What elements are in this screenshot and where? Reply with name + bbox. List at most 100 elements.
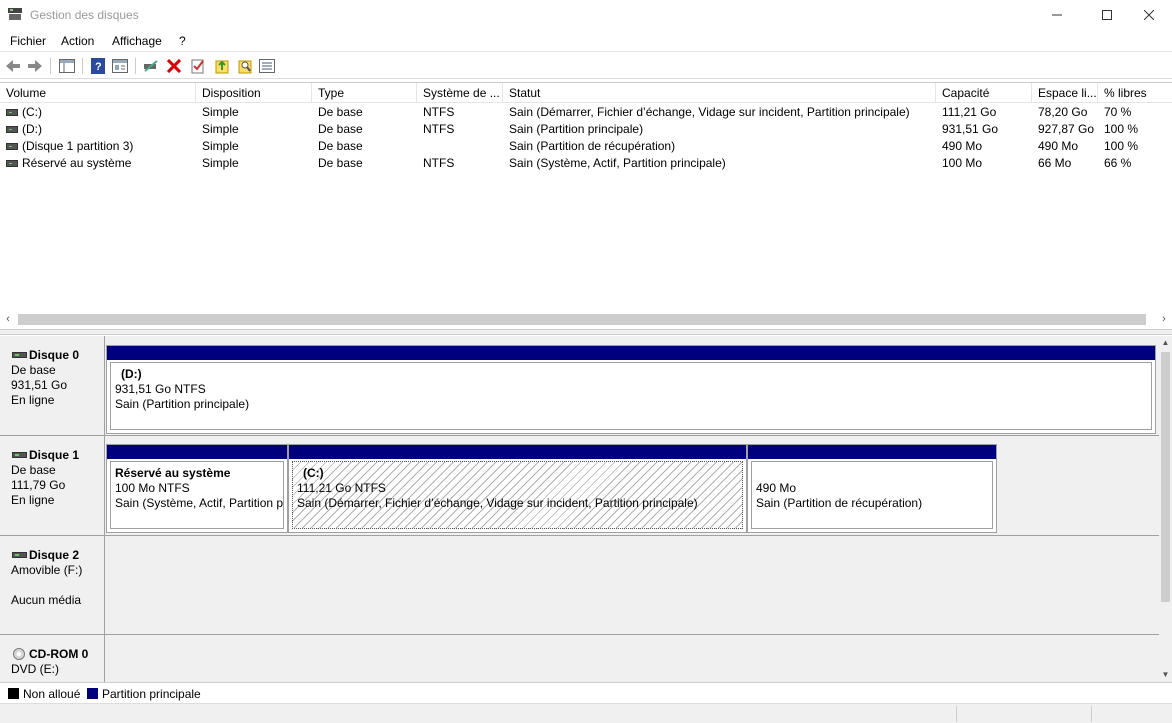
maximize-icon [1102,10,1112,20]
legend-swatch-unallocated [8,688,19,699]
connect-disk-button[interactable] [142,57,160,75]
menu-action[interactable]: Action [61,34,94,48]
disk-name: CD-ROM 0 [29,647,89,661]
properties-button[interactable] [111,57,129,75]
export-button[interactable] [213,57,231,75]
volume-icon [6,109,18,116]
disk-type: Amovible (F:) [11,563,83,577]
partition-status: Sain (Partition principale) [115,397,250,411]
volume-capacity: 111,21 Go [942,105,997,119]
partition-bar [748,445,996,459]
properties-icon [112,59,128,73]
volume-name: Réservé au système [22,156,132,170]
export-icon [215,60,229,74]
disk-label[interactable]: Disque 2 Amovible (F:) Aucun média [0,536,105,634]
back-button[interactable] [4,57,22,75]
delete-button[interactable] [165,57,183,75]
menu-affichage[interactable]: Affichage [112,34,162,48]
column-header-percent-free[interactable]: % libres [1098,83,1172,103]
scrollbar-thumb[interactable] [1161,352,1170,602]
svg-text:?: ? [95,61,102,73]
scroll-down-icon[interactable]: ▼ [1159,668,1172,682]
volume-status: Sain (Système, Actif, Partition principa… [509,156,726,170]
console-tree-button[interactable] [58,57,76,75]
disk-label[interactable]: CD-ROM 0 DVD (E:) [0,635,105,682]
partition-size: 111,21 Go NTFS [297,481,386,495]
table-row[interactable]: (Disque 1 partition 3) Simple De base Sa… [0,138,1172,155]
column-header-filesystem[interactable]: Système de ... [417,83,503,103]
delete-icon [167,59,181,73]
volume-filesystem: NTFS [423,105,455,119]
volume-capacity: 490 Mo [942,139,983,153]
column-header-volume[interactable]: Volume [0,83,196,103]
volume-status: Sain (Partition de récupération) [509,139,676,153]
column-header-status[interactable]: Statut [503,83,936,103]
column-header-disposition[interactable]: Disposition [196,83,312,103]
partition-recovery[interactable]: 490 Mo Sain (Partition de récupération) [747,444,997,533]
column-header-capacity[interactable]: Capacité [936,83,1032,103]
forward-button[interactable] [26,57,44,75]
partition-c[interactable]: (C:) 111,21 Go NTFS Sain (Démarrer, Fich… [288,444,747,533]
minimize-button[interactable] [1034,0,1080,30]
disk-name: Disque 2 [29,548,80,562]
column-header-free-space[interactable]: Espace li... [1032,83,1098,103]
console-tree-icon [59,59,75,73]
legend: Non alloué Partition principale [0,682,1172,703]
pane-splitter[interactable] [0,329,1172,335]
check-button[interactable] [189,57,207,75]
check-icon [191,59,204,74]
scroll-up-icon[interactable]: ▲ [1159,336,1172,350]
legend-swatch-primary [87,688,98,699]
partition-body: 490 Mo Sain (Partition de récupération) [751,461,993,529]
partition-bar [107,346,1155,360]
cd-rom-icon [13,648,25,660]
volume-status: Sain (Démarrer, Fichier d’échange, Vidag… [509,105,910,119]
volume-capacity: 100 Mo [942,156,983,170]
disk-label[interactable]: Disque 1 De base 111,79 Go En ligne [0,436,105,535]
partition-system-reserved[interactable]: Réservé au système 100 Mo NTFS Sain (Sys… [106,444,288,533]
scroll-right-icon[interactable]: › [1156,311,1172,328]
disk-size [11,578,104,593]
volume-list: Volume Disposition Type Système de ... S… [0,82,1172,328]
status-bar [0,703,1172,723]
list-button[interactable] [258,57,276,75]
volume-disposition: Simple [202,122,239,136]
volume-icon [6,126,18,133]
scrollbar-thumb[interactable] [18,314,1146,325]
horizontal-scrollbar[interactable]: ‹ › [0,311,1172,328]
partition-size: 490 Mo [756,481,797,495]
partition-size: 931,51 Go NTFS [115,382,206,396]
volume-percent-free: 100 % [1104,122,1139,136]
volume-type: De base [318,105,363,119]
volume-status: Sain (Partition principale) [509,122,644,136]
close-button[interactable] [1126,0,1172,30]
partition-body: Réservé au système 100 Mo NTFS Sain (Sys… [110,461,284,529]
disk-size: 111,79 Go [11,478,66,492]
volume-filesystem: NTFS [423,122,455,136]
disk-type: De base [11,363,56,377]
table-row[interactable]: Réservé au système Simple De base NTFS S… [0,155,1172,172]
disk-row-cdrom: CD-ROM 0 DVD (E:) [0,635,1159,682]
volume-name: (Disque 1 partition 3) [22,139,134,153]
volume-disposition: Simple [202,105,239,119]
maximize-button[interactable] [1084,0,1130,30]
toolbar: ? [0,53,1172,79]
column-header-type[interactable]: Type [312,83,417,103]
disk-label[interactable]: Disque 0 De base 931,51 Go En ligne [0,336,105,435]
partition-size: 100 Mo NTFS [115,481,190,495]
vertical-scrollbar[interactable]: ▲ ▼ [1159,336,1172,682]
menu-help[interactable]: ? [179,34,186,48]
volume-free-space: 927,87 Go [1038,122,1095,136]
help-button[interactable]: ? [89,57,107,75]
table-row[interactable]: (C:) Simple De base NTFS Sain (Démarrer,… [0,104,1172,121]
volume-percent-free: 70 % [1104,105,1132,119]
volume-filesystem: NTFS [423,156,455,170]
partition-d[interactable]: (D:) 931,51 Go NTFS Sain (Partition prin… [106,345,1156,434]
close-icon [1144,10,1154,20]
partition-bar [289,445,746,459]
table-row[interactable]: (D:) Simple De base NTFS Sain (Partition… [0,121,1172,138]
menu-fichier[interactable]: Fichier [10,34,46,48]
search-button[interactable] [236,57,254,75]
removable-disk-icon [12,552,27,558]
scroll-left-icon[interactable]: ‹ [0,311,16,328]
